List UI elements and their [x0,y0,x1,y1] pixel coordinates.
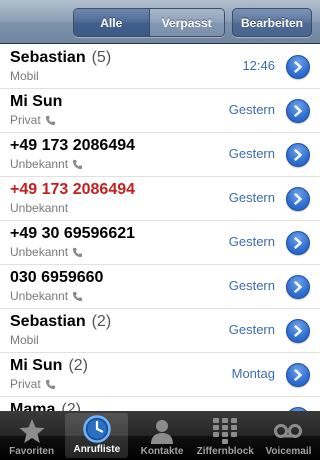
tab-voicemail[interactable]: Voicemail [257,411,320,460]
call-count: (2) [68,357,88,374]
call-type: Privat [10,113,41,127]
detail-disclosure-icon[interactable] [286,231,310,255]
call-count: (5) [91,49,112,66]
tab-keypad[interactable]: Ziffernblock [194,411,257,460]
call-label: Unbekannt [10,201,68,215]
call-time: Gestern [228,146,275,161]
call-label: Privat [10,377,56,391]
detail-disclosure-icon[interactable] [286,275,310,299]
call-row[interactable]: Mi Sun Privat Gestern [0,89,320,133]
detail-disclosure-icon[interactable] [286,55,310,79]
call-row[interactable]: +49 30 69596621 Unbekannt Gestern [0,221,320,265]
call-type: Unbekannt [10,201,69,215]
call-label: Mobil [10,69,39,83]
call-label: Unbekannt [10,289,83,303]
caller-name: Mi Sun (2) [10,357,88,375]
caller-name: Mama (2) [10,401,81,411]
call-label: Unbekannt [10,157,83,171]
tab-label: Anrufliste [73,444,121,455]
edit-button[interactable]: Bearbeiten [232,8,312,37]
caller-name-text: +49 30 69596621 [10,225,136,242]
call-row[interactable]: 030 6959660 Unbekannt Gestern [0,265,320,309]
segment-all[interactable]: Alle [74,9,150,36]
call-label: Privat [10,113,56,127]
detail-disclosure-icon[interactable] [286,99,310,123]
phone-icon [45,115,56,126]
keypad-icon [212,416,238,446]
caller-name: Sebastian (2) [10,313,111,331]
call-time: 12:46 [242,58,275,73]
call-label: Mobil [10,333,39,347]
call-count: (2) [91,313,112,330]
call-row[interactable]: +49 173 2086494 Unbekannt Gestern [0,133,320,177]
detail-disclosure-icon[interactable] [286,363,310,387]
call-time: Gestern [228,190,275,205]
call-type: Unbekannt [10,157,69,171]
caller-name: +49 30 69596621 [10,225,135,243]
detail-disclosure-icon[interactable] [286,143,310,167]
caller-name-text: Mama [10,401,56,411]
filter-segmented-control: Alle Verpasst [73,8,225,37]
tab-bar: Favoriten Anrufliste Kontakte Ziffernblock V… [0,411,320,460]
caller-name-text: +49 173 2086494 [10,137,136,154]
call-row[interactable]: Mama (2) [0,397,320,411]
call-count: (2) [61,401,81,411]
call-time: Gestern [228,102,275,117]
call-row[interactable]: Mi Sun (2) Privat Montag [0,353,320,397]
tab-star[interactable]: Favoriten [0,411,63,460]
call-type: Privat [10,377,41,391]
caller-name: Sebastian (5) [10,49,111,67]
call-row[interactable]: Sebastian (5) Mobil 12:46 [0,45,320,89]
call-time: Montag [231,366,275,381]
detail-disclosure-icon[interactable] [286,319,310,343]
call-type: Mobil [10,333,39,347]
caller-name: +49 173 2086494 [10,181,135,199]
phone-icon [45,379,56,390]
caller-name-text: Sebastian [10,49,86,66]
phone-icon [72,291,83,302]
segment-missed[interactable]: Verpasst [149,9,224,36]
phone-icon [72,247,83,258]
tab-contact[interactable]: Kontakte [130,411,193,460]
tab-label: Ziffernblock [196,446,254,457]
call-row[interactable]: Sebastian (2) Mobil Gestern [0,309,320,353]
caller-name: +49 173 2086494 [10,137,135,155]
voicemail-icon [273,416,303,446]
recents-list: Sebastian (5) Mobil 12:46 Mi Sun Privat Gester… [0,45,320,411]
star-icon [18,416,46,446]
call-label: Unbekannt [10,245,83,259]
clock-icon [82,414,112,444]
caller-name: 030 6959660 [10,269,103,287]
tab-label: Kontakte [140,446,184,457]
phone-icon [72,159,83,170]
caller-name-text: 030 6959660 [10,269,104,286]
caller-name-text: Mi Sun [10,93,63,110]
call-time: Gestern [228,234,275,249]
tab-label: Voicemail [265,446,312,457]
call-type: Unbekannt [10,245,69,259]
caller-name-text: +49 173 2086494 [10,181,136,198]
caller-name-text: Mi Sun [10,357,63,374]
caller-name: Mi Sun [10,93,62,111]
call-type: Unbekannt [10,289,69,303]
call-time: Gestern [228,322,275,337]
navigation-bar: Alle Verpasst Bearbeiten [0,0,320,44]
call-time: Gestern [228,278,275,293]
detail-disclosure-icon[interactable] [286,187,310,211]
call-row[interactable]: +49 173 2086494 Unbekannt Gestern [0,177,320,221]
call-type: Mobil [10,69,39,83]
contact-icon [148,416,176,446]
tab-label: Favoriten [9,446,55,457]
tab-clock[interactable]: Anrufliste [65,413,129,458]
caller-name-text: Sebastian [10,313,86,330]
